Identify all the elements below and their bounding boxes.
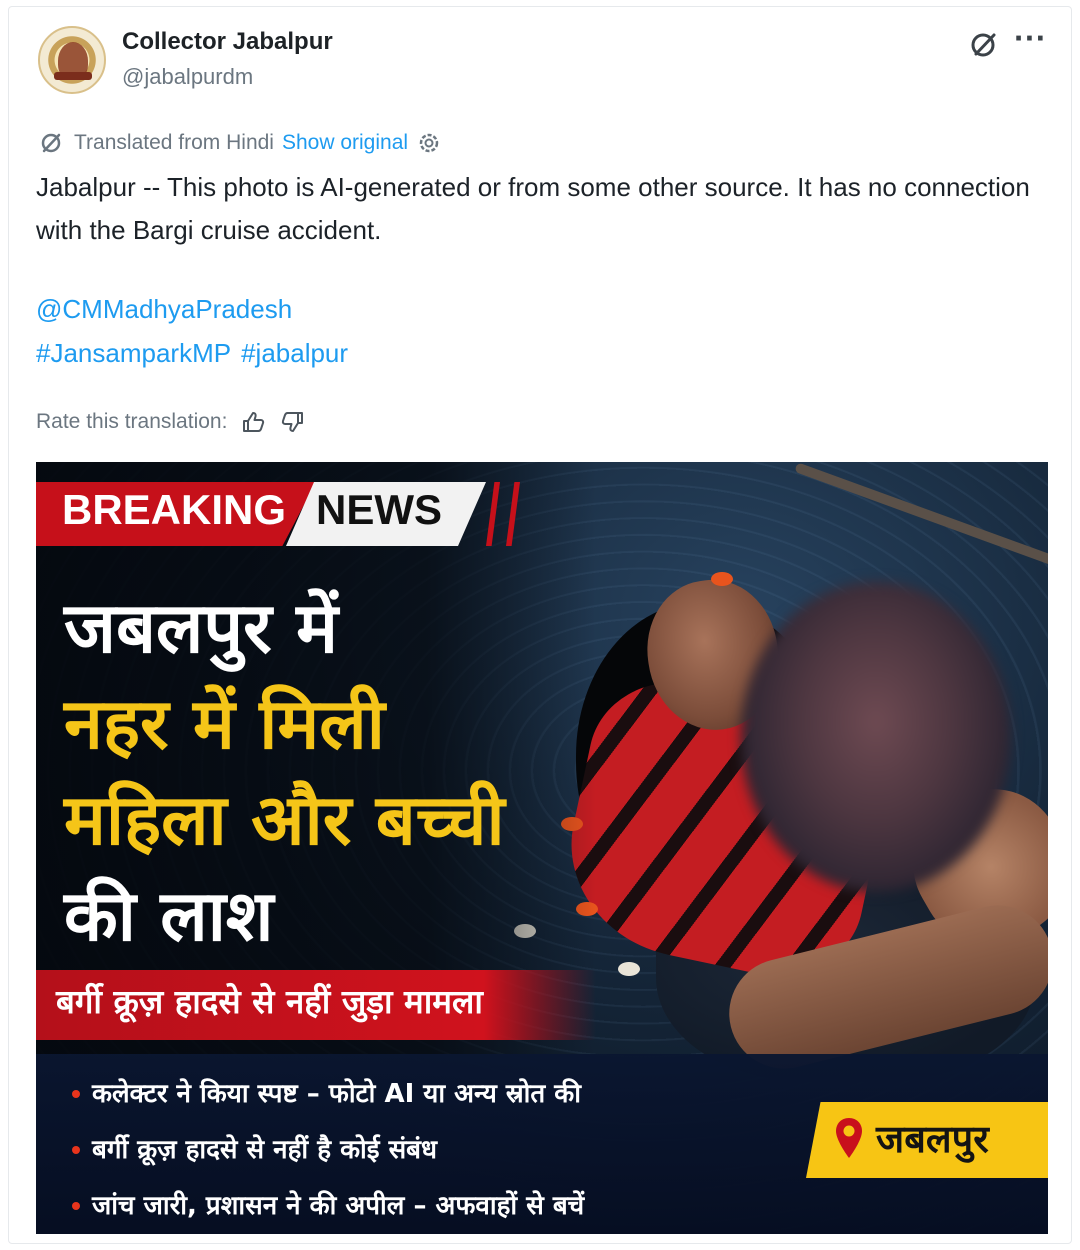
headline-line: जबलपुर में: [64, 587, 338, 669]
headline-line: महिला और बच्ची: [64, 779, 505, 861]
bullet-item: कलेक्टर ने किया स्पष्ट – फोटो AI या अन्य…: [72, 1066, 584, 1122]
flower-petal: [618, 962, 640, 976]
emblem-base: [54, 72, 92, 80]
translate-icon: [38, 130, 64, 156]
breaking-label: BREAKING: [62, 486, 287, 533]
bullet-item: जांच जारी, प्रशासन ने की अपील – अफवाहों …: [72, 1178, 584, 1234]
bullet-list: कलेक्टर ने किया स्पष्ट – फोटो AI या अन्य…: [72, 1066, 584, 1234]
translated-from-label: Translated from Hindi: [74, 131, 274, 154]
rate-translation: Rate this translation:: [36, 406, 307, 438]
rate-translation-label: Rate this translation:: [36, 410, 228, 433]
hashtags: #JansamparkMP #jabalpur: [36, 338, 358, 369]
avatar[interactable]: [38, 26, 106, 94]
more-icon[interactable]: ···: [1012, 26, 1048, 58]
show-original-link[interactable]: Show original: [282, 131, 408, 155]
location-label: जबलपुर: [876, 1117, 989, 1161]
mention-link[interactable]: @CMMadhyaPradesh: [36, 294, 292, 325]
headline-line: की लाश: [64, 875, 274, 957]
bullet-dot: [72, 1202, 80, 1210]
news-label: NEWS: [316, 486, 442, 533]
tweet-media-image[interactable]: BREAKING NEWS जबलपुर में नहर में मिली मह…: [36, 462, 1048, 1234]
blurred-area: [741, 582, 1011, 892]
thumbs-up-icon[interactable]: [239, 408, 267, 436]
display-name[interactable]: Collector Jabalpur: [122, 28, 333, 56]
bullet-item: बर्गी क्रूज़ हादसे से नहीं है कोई संबंध: [72, 1122, 584, 1178]
location-pin-icon: [834, 1116, 864, 1162]
bullet-text: जांच जारी, प्रशासन ने की अपील – अफवाहों …: [92, 1191, 585, 1221]
hashtag-link[interactable]: #jabalpur: [241, 338, 348, 368]
translation-notice: Translated from Hindi Show original: [38, 128, 442, 158]
thumbs-down-icon[interactable]: [279, 408, 307, 436]
gear-icon[interactable]: [416, 130, 442, 156]
bullet-text: बर्गी क्रूज़ हादसे से नहीं है कोई संबंध: [92, 1135, 437, 1165]
hashtag-link[interactable]: #JansamparkMP: [36, 338, 231, 368]
user-handle[interactable]: @jabalpurdm: [122, 64, 253, 90]
headline-line: नहर में मिली: [64, 683, 385, 765]
subheadline: बर्गी क्रूज़ हादसे से नहीं जुड़ा मामला: [56, 982, 483, 1021]
headline: जबलपुर में नहर में मिली महिला और बच्ची क…: [64, 580, 505, 964]
tweet-text: Jabalpur -- This photo is AI-generated o…: [36, 172, 1030, 245]
bullet-dot: [72, 1146, 80, 1154]
flower-petal: [711, 572, 733, 586]
grok-icon[interactable]: [968, 30, 998, 60]
bullet-text: कलेक्टर ने किया स्पष्ट – फोटो AI या अन्य…: [92, 1079, 581, 1109]
bullet-dot: [72, 1090, 80, 1098]
